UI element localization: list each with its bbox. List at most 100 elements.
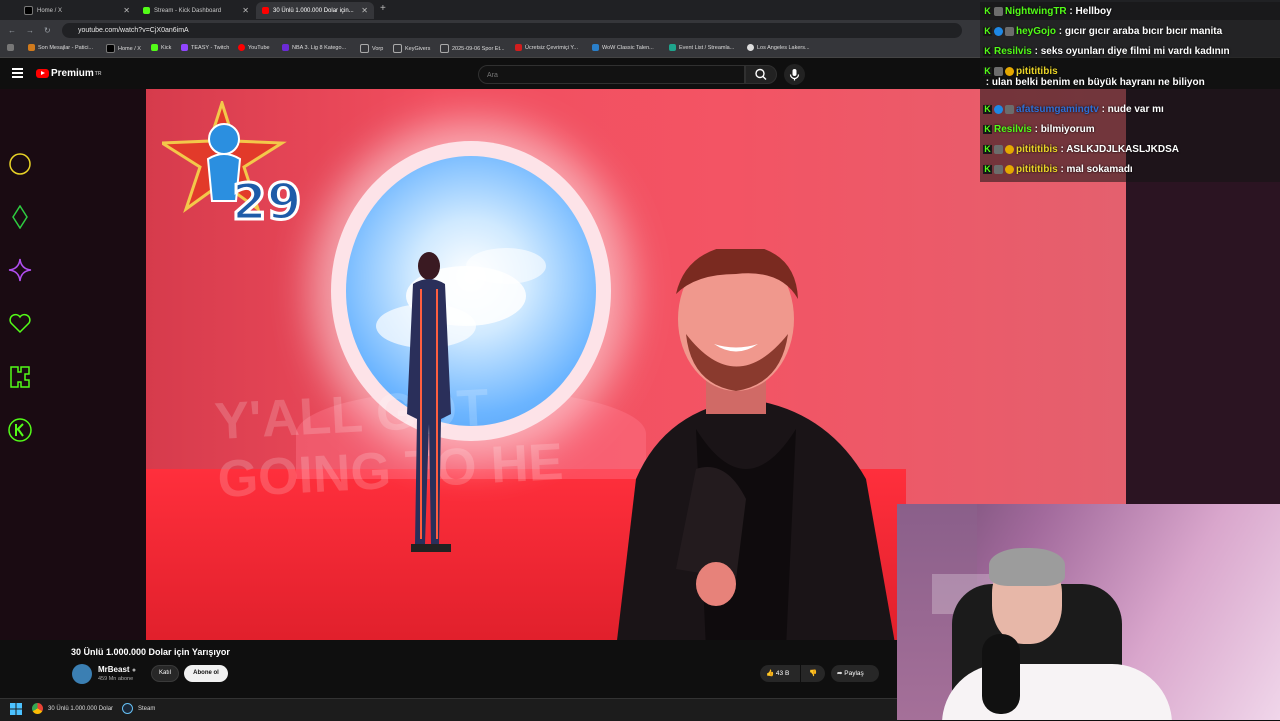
taskbar-item-steam[interactable]: Steam [122, 703, 155, 714]
youtube-logo-icon [262, 7, 269, 14]
url-input[interactable]: youtube.com/watch?v=CjX0an6imA [62, 23, 962, 38]
chat-username[interactable]: NightwingTR [1005, 6, 1067, 17]
kick-badge-icon: K [983, 124, 992, 134]
webcam-person-hair [989, 548, 1065, 586]
reload-icon[interactable]: ↻ [44, 26, 51, 35]
chat-text: : ASLKJDJLKASLJKDSA [1057, 144, 1179, 155]
heart-icon [9, 313, 31, 334]
chat-message: Kpitititibis : ulan belki benim en büyük… [983, 66, 1273, 88]
tab-home-x[interactable]: Home / X ✕ [18, 2, 136, 19]
bookmark-folder[interactable]: 2025-09-06 Spor Et... [440, 44, 505, 53]
bookmark-folder[interactable]: KeyGivers [393, 44, 430, 53]
search-input[interactable]: Ara [478, 65, 745, 84]
bookmark-item[interactable]: WoW Classic Talen... [592, 44, 654, 51]
kick-badge-icon: K [983, 144, 992, 154]
windows-start-icon[interactable] [10, 703, 22, 715]
subscribe-button[interactable]: Abone ol [184, 665, 228, 682]
youtube-premium-logo[interactable]: Premium TR [36, 68, 101, 79]
chat-username[interactable]: pitititibis [1016, 144, 1058, 155]
chat-username[interactable]: Resilvis [994, 46, 1032, 57]
chat-text: : seks oyunları diye filmi mi vardı kadı… [1031, 46, 1230, 57]
apps-icon[interactable] [7, 44, 17, 51]
circle-shape-icon [9, 153, 31, 175]
chat-message: KheyGojo : gıcır gıcır araba bıcır bıcır… [983, 26, 1222, 37]
chat-message: K Resilvis : seks oyunları diye filmi mi … [983, 46, 1230, 57]
share-icon: ➦ [837, 670, 843, 677]
webcam-person-shirt [942, 664, 1172, 720]
chrome-icon [32, 703, 43, 714]
bookmark-item[interactable]: Home / X [106, 44, 141, 53]
close-tab-icon[interactable]: ✕ [361, 6, 368, 15]
moderator-badge-icon [994, 145, 1003, 154]
chat-username[interactable]: heyGojo [1016, 26, 1056, 37]
blue-badge-icon [994, 105, 1003, 114]
chat-message: Kafatsumgamingtv : nude var mı [983, 104, 1164, 115]
search-button[interactable] [745, 65, 777, 84]
chat-message: K NightwingTR : Hellboy [983, 6, 1112, 17]
verified-icon: ● [131, 667, 137, 674]
hamburger-menu-icon[interactable] [12, 68, 23, 78]
close-tab-icon[interactable]: ✕ [123, 6, 130, 15]
bookmark-item[interactable]: Event List / Streamla... [669, 44, 734, 51]
moderator-badge-icon [1005, 105, 1014, 114]
bookmark-item[interactable]: NBA 3. Lig 8 Katego... [282, 44, 346, 51]
blue-badge-icon [994, 27, 1003, 36]
chat-text: : ulan belki benim en büyük hayranı ne b… [983, 77, 1205, 88]
share-button[interactable]: ➦ Paylaş [831, 665, 879, 682]
join-button[interactable]: Katıl [151, 665, 179, 682]
chat-text: : mal sokamadı [1057, 164, 1133, 175]
webcam-feed [897, 504, 1280, 720]
bookmark-item[interactable]: Kick [151, 44, 171, 51]
chat-username[interactable]: pitititibis [1016, 164, 1058, 175]
thumbs-up-icon: 👍 [766, 670, 775, 677]
tab-youtube-video[interactable]: 30 Ünlü 1.000.000 Dolar için... ✕ [256, 2, 374, 19]
chat-username[interactable]: afatsumgamingtv [1016, 104, 1099, 115]
kick-circle-icon [8, 418, 32, 442]
chat-username[interactable]: pitititibis [1016, 66, 1058, 77]
back-icon[interactable]: ← [8, 26, 16, 35]
bookmark-item[interactable]: Los Angeles Lakers... [747, 44, 810, 51]
close-tab-icon[interactable]: ✕ [242, 6, 249, 15]
kick-badge-icon: K [983, 46, 992, 56]
bookmark-item[interactable]: TEASY - Twitch [181, 44, 229, 51]
tab-kick-dashboard[interactable]: Stream - Kick Dashboard ✕ [137, 2, 255, 19]
chat-message: K Resilvis : bilmiyorum [983, 124, 1095, 135]
gold-badge-icon [1005, 67, 1014, 76]
thumbs-down-icon: 👎 [808, 670, 818, 677]
tab-label: Stream - Kick Dashboard [154, 7, 222, 14]
chat-message: Kpitititibis : mal sokamadı [983, 164, 1133, 175]
kick-badge-icon: K [983, 104, 992, 114]
bookmark-folder[interactable]: Vorp [360, 44, 383, 53]
kick-logo-icon [10, 366, 30, 388]
chat-message: Kpitititibis : ASLKJDJLKASLJKDSA [983, 144, 1179, 155]
subscriber-count: 459 Mn abone [98, 676, 134, 682]
overlay-icon-strip [0, 89, 146, 640]
channel-avatar[interactable] [72, 664, 92, 684]
channel-name[interactable]: MrBeast ● [98, 665, 136, 674]
dislike-button[interactable]: 👎 [801, 665, 825, 682]
chat-text: : bilmiyorum [1031, 124, 1095, 135]
sparkle-icon [8, 258, 32, 282]
video-caption-overlay: Y'ALL GOT GOING TO HE [213, 378, 565, 509]
gold-badge-icon [1005, 145, 1014, 154]
moderator-badge-icon [994, 67, 1003, 76]
video-person-standing [407, 252, 451, 552]
bookmark-item[interactable]: Ücretsiz Çevrimiçi Y... [515, 44, 578, 51]
new-tab-icon[interactable]: + [380, 3, 386, 14]
like-button[interactable]: 👍 43 B [760, 665, 800, 682]
microphone-icon [789, 69, 800, 81]
voice-search-button[interactable] [784, 64, 805, 85]
tab-label: 30 Ünlü 1.000.000 Dolar için... [273, 7, 354, 14]
bookmark-item[interactable]: Son Mesajlar - Patici... [28, 44, 93, 51]
video-host [617, 249, 895, 640]
forward-icon[interactable]: → [26, 26, 34, 35]
x-logo-icon [24, 6, 33, 15]
chat-username[interactable]: Resilvis [994, 124, 1032, 135]
taskbar-item-chrome[interactable]: 30 Ünlü 1.000.000 Dolar [32, 703, 113, 714]
steam-icon [122, 703, 133, 714]
moderator-badge-icon [994, 165, 1003, 174]
bookmark-item[interactable]: YouTube [238, 44, 270, 51]
video-title: 30 Ünlü 1.000.000 Dolar için Yarışıyor [71, 647, 230, 657]
chat-text: : Hellboy [1066, 6, 1112, 17]
rank-number: 29 [232, 173, 302, 231]
